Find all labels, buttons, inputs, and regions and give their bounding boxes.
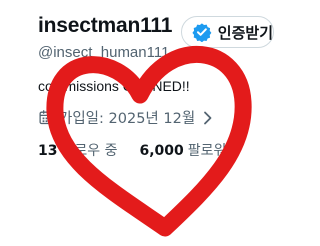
joined-date: 가입일: 2025년 12월 bbox=[59, 111, 196, 127]
follow-stats: 13 팔로우 중 6,000 팔로워 bbox=[38, 140, 226, 160]
followers-count: 6,000 bbox=[139, 143, 184, 159]
following-count: 13 bbox=[38, 143, 58, 159]
joined-date-row[interactable]: 가입일: 2025년 12월 bbox=[38, 107, 213, 128]
calendar-icon bbox=[39, 110, 54, 125]
chevron-right-icon bbox=[204, 111, 212, 124]
profile-bio: commissions OPENED!! bbox=[38, 78, 190, 94]
following-label: 팔로우 중 bbox=[61, 143, 118, 159]
display-name: insectman111 bbox=[38, 14, 173, 37]
following-stat[interactable]: 13 팔로우 중 bbox=[38, 140, 117, 160]
verified-badge-icon bbox=[192, 23, 212, 42]
followers-label: 팔로워 bbox=[187, 143, 227, 159]
get-verified-button[interactable]: 인증받기 bbox=[181, 16, 274, 48]
followers-stat[interactable]: 6,000 팔로워 bbox=[139, 140, 226, 160]
user-handle: @insect_human111 bbox=[38, 44, 170, 61]
get-verified-label: 인증받기 bbox=[217, 23, 273, 42]
